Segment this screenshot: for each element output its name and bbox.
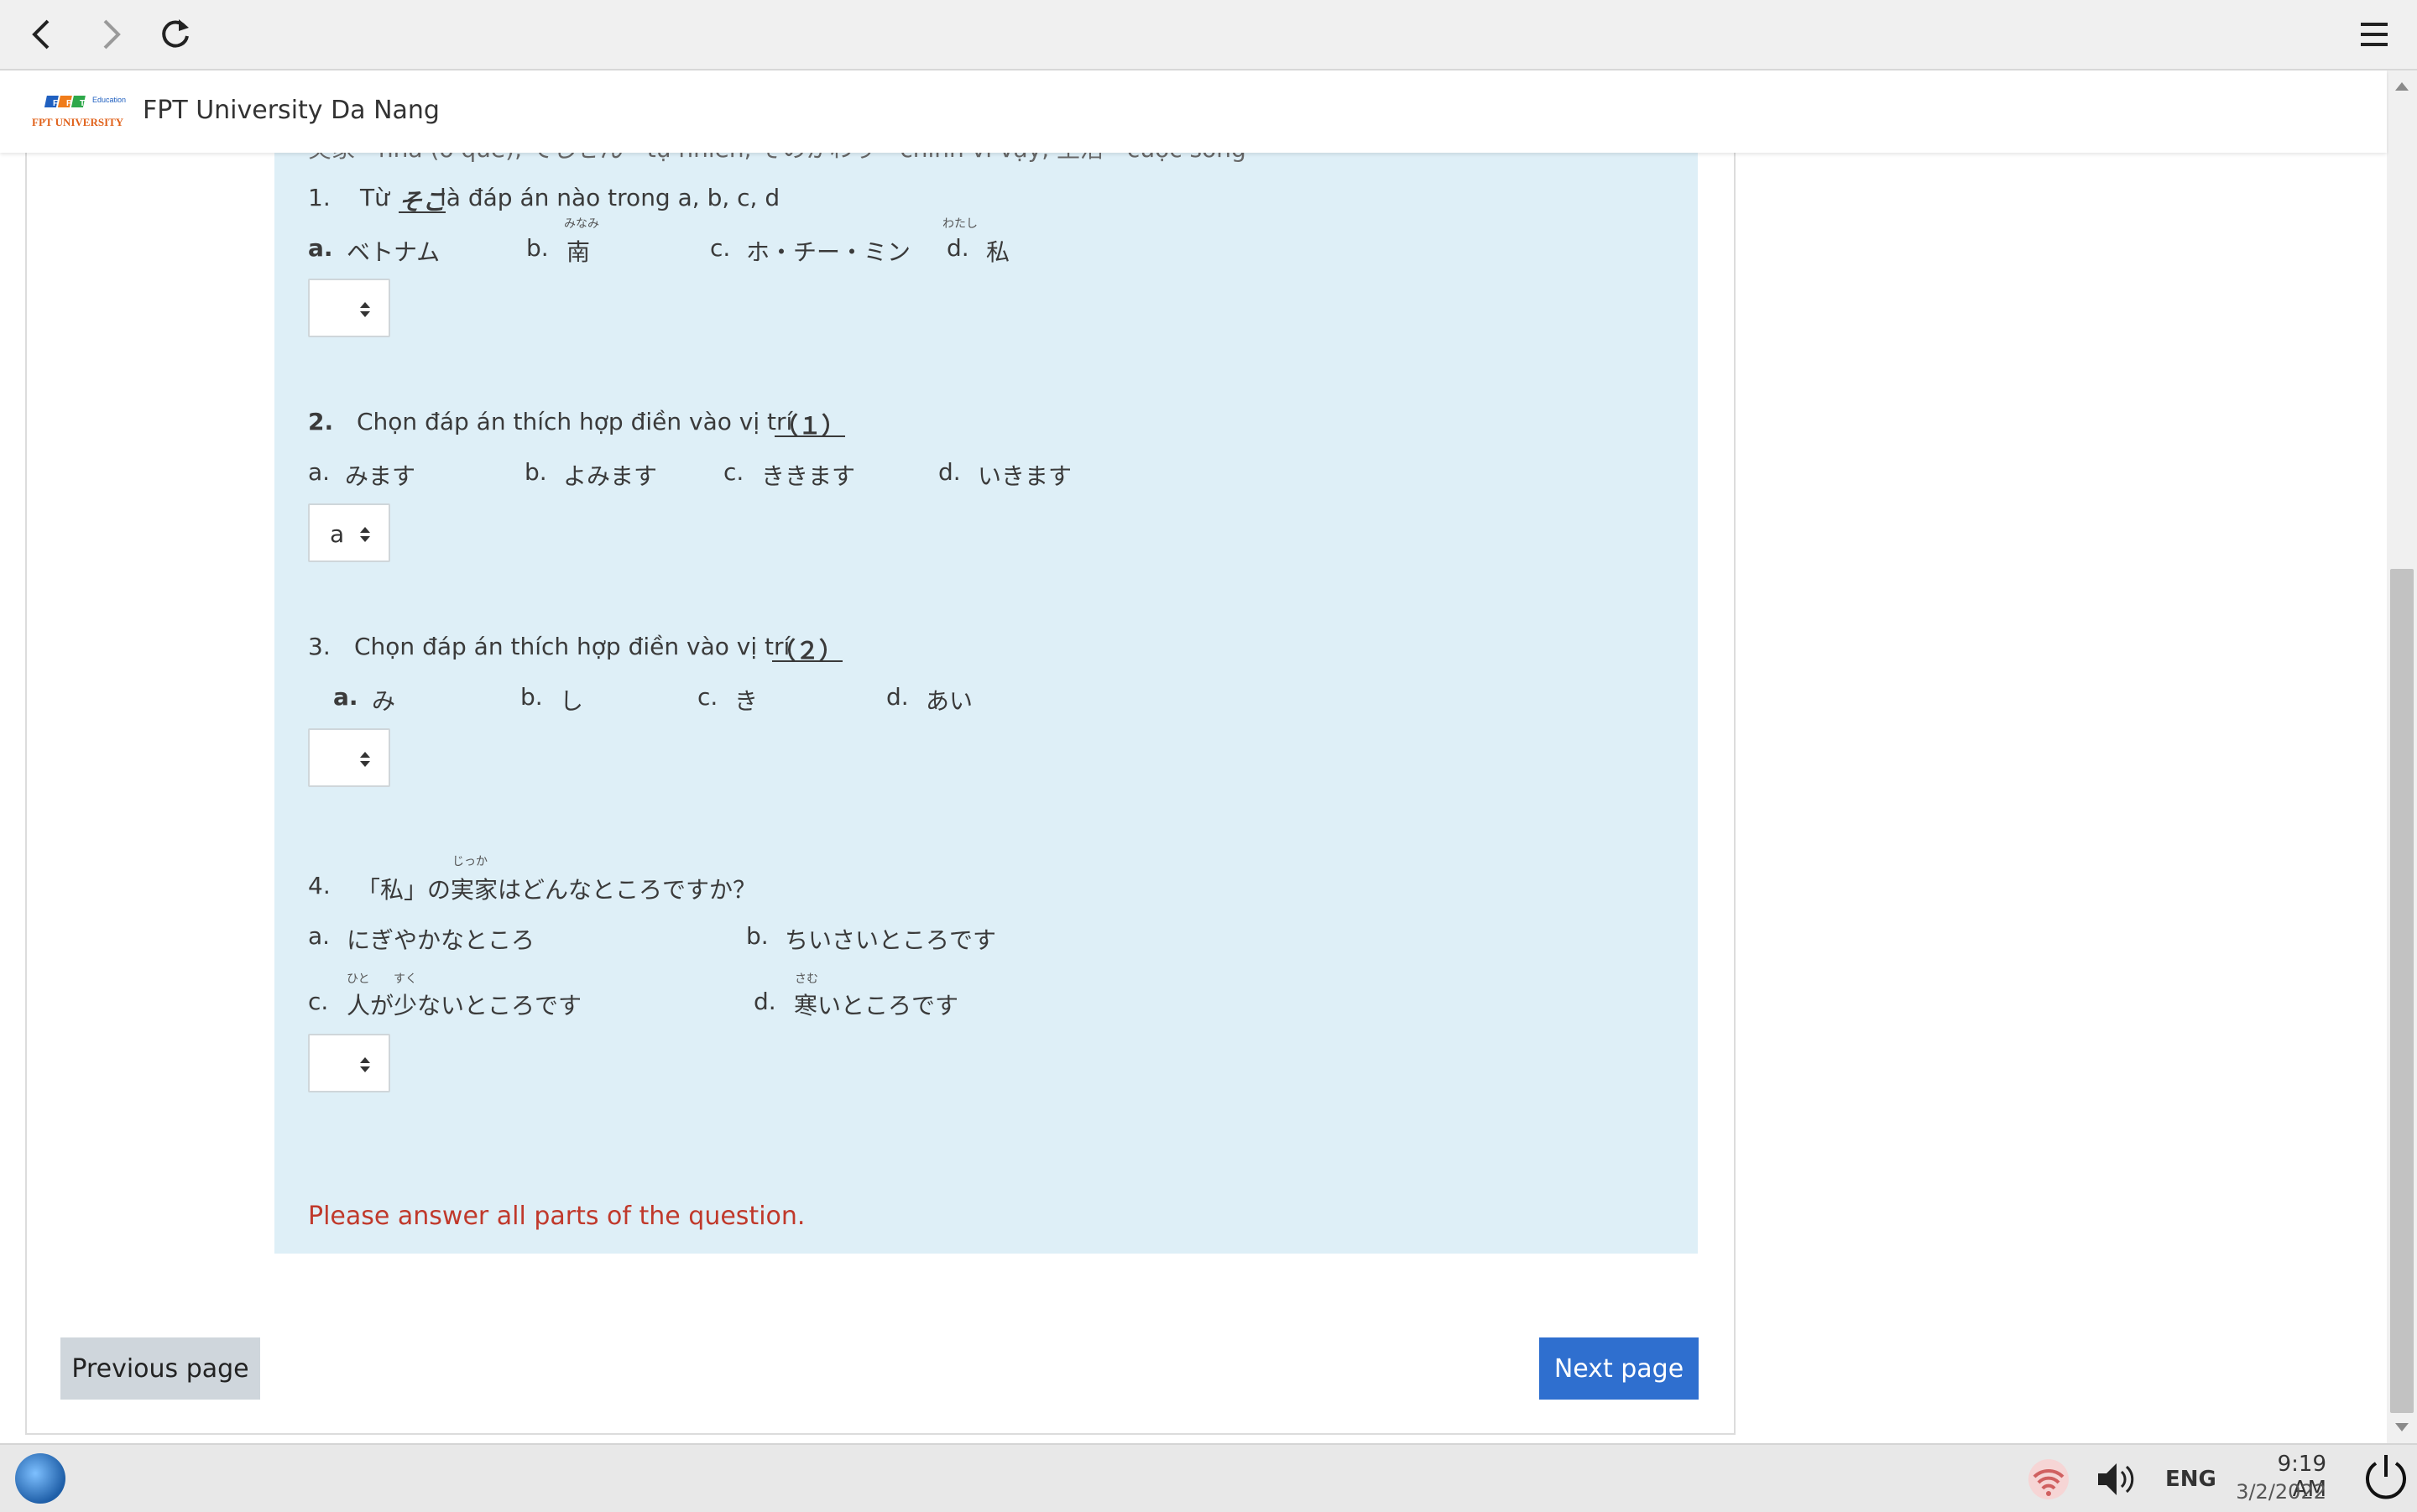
option-letter: c. bbox=[723, 458, 744, 486]
question-number: 3. bbox=[308, 633, 331, 660]
option-letter: b. bbox=[525, 458, 547, 486]
select-arrows-icon bbox=[360, 302, 370, 317]
fpt-logo[interactable]: F P T Education FPT UNIVERSITY bbox=[30, 87, 139, 138]
option-text: し bbox=[560, 687, 584, 715]
start-orb-icon[interactable] bbox=[15, 1453, 65, 1504]
answer-select-3[interactable] bbox=[308, 728, 390, 787]
question-panel: 実家 - nhà (ở quê), てしぜん - tự nhiên, そのかわり… bbox=[274, 70, 1698, 1254]
option-letter: b. bbox=[526, 234, 549, 262]
taskbar: ENG 9:19 AM 3/2/2022 bbox=[0, 1443, 2417, 1512]
question-suffix: là đáp án nào trong a, b, c, d bbox=[440, 184, 780, 211]
furigana: さむ bbox=[795, 972, 818, 986]
previous-page-button[interactable]: Previous page bbox=[60, 1337, 260, 1400]
option-text: き bbox=[734, 687, 759, 715]
svg-text:FPT UNIVERSITY: FPT UNIVERSITY bbox=[32, 116, 124, 128]
question-number: 1. bbox=[308, 184, 331, 211]
clock-date[interactable]: 3/2/2022 bbox=[2232, 1480, 2326, 1504]
scroll-down-icon[interactable] bbox=[2395, 1423, 2409, 1431]
wifi-disconnected-icon[interactable] bbox=[2026, 1457, 2071, 1502]
validation-error: Please answer all parts of the question. bbox=[308, 1202, 806, 1231]
option-text: ききます bbox=[761, 462, 856, 490]
question-prompt: Chọn đáp án thích hợp điền vào vị trí bbox=[354, 633, 791, 660]
option-letter: a. bbox=[308, 458, 331, 486]
option-letter: d. bbox=[947, 234, 969, 262]
option-text: みます bbox=[345, 462, 416, 490]
option-letter: a. bbox=[308, 234, 333, 262]
svg-text:T: T bbox=[80, 99, 85, 108]
browser-toolbar bbox=[0, 0, 2417, 70]
option-text: ベトナム bbox=[347, 238, 441, 266]
svg-text:Education: Education bbox=[92, 96, 126, 104]
svg-text:P: P bbox=[66, 99, 72, 108]
option-text: み bbox=[372, 687, 396, 715]
option-text: 人が少ないところです bbox=[347, 992, 582, 1019]
answer-select-2[interactable]: a bbox=[308, 503, 390, 562]
forward-arrow-icon[interactable] bbox=[87, 12, 133, 57]
question-blank: （２） bbox=[772, 637, 843, 665]
power-icon[interactable] bbox=[2360, 1452, 2412, 1504]
question-number: 4. bbox=[308, 872, 331, 899]
select-arrows-icon bbox=[360, 1057, 370, 1072]
volume-icon[interactable] bbox=[2093, 1457, 2138, 1502]
option-text: にぎやかなところ bbox=[347, 926, 535, 954]
option-letter: d. bbox=[754, 988, 776, 1015]
option-letter: a. bbox=[333, 683, 358, 711]
hamburger-menu-icon[interactable] bbox=[2352, 12, 2397, 57]
question-prompt: 「私」の実家はどんなところですか？ bbox=[357, 876, 757, 904]
furigana: すく bbox=[394, 972, 417, 986]
option-text: 南 bbox=[566, 238, 591, 266]
answer-select-1[interactable] bbox=[308, 279, 390, 337]
site-header: F P T Education FPT UNIVERSITY FPT Unive… bbox=[0, 70, 2387, 153]
option-text: よみます bbox=[563, 462, 658, 490]
option-text: ホ・チー・ミン bbox=[746, 238, 911, 266]
option-letter: b. bbox=[520, 683, 543, 711]
option-letter: d. bbox=[938, 458, 961, 486]
option-letter: c. bbox=[308, 988, 329, 1015]
answer-select-4[interactable] bbox=[308, 1034, 390, 1092]
site-title[interactable]: FPT University Da Nang bbox=[143, 96, 440, 125]
select-arrows-icon bbox=[360, 752, 370, 767]
option-letter: a. bbox=[308, 922, 331, 950]
next-page-button[interactable]: Next page bbox=[1539, 1337, 1699, 1400]
question-number: 2. bbox=[308, 408, 334, 435]
svg-text:F: F bbox=[53, 99, 58, 108]
reload-icon[interactable] bbox=[153, 12, 198, 57]
question-prefix: Từ bbox=[360, 184, 389, 211]
input-language[interactable]: ENG bbox=[2165, 1467, 2216, 1492]
selected-value: a bbox=[330, 520, 345, 548]
furigana: ひと bbox=[347, 972, 370, 986]
furigana: みなみ bbox=[564, 217, 599, 231]
question-keyword: そこ bbox=[399, 188, 446, 216]
option-letter: c. bbox=[697, 683, 718, 711]
option-text: 寒いところです bbox=[794, 992, 959, 1019]
furigana: わたし bbox=[942, 217, 978, 231]
option-text: 私 bbox=[986, 238, 1010, 266]
question-blank: （１） bbox=[775, 412, 846, 440]
scroll-up-icon[interactable] bbox=[2395, 82, 2409, 91]
option-text: いきます bbox=[978, 462, 1073, 490]
question-prompt: Chọn đáp án thích hợp điền vào vị trí bbox=[357, 408, 793, 435]
option-text: ちいさいところです bbox=[785, 926, 997, 954]
option-letter: d. bbox=[886, 683, 909, 711]
option-letter: b. bbox=[746, 922, 769, 950]
furigana: じっか bbox=[452, 855, 488, 868]
option-text: あい bbox=[926, 687, 974, 715]
vertical-scrollbar[interactable] bbox=[2387, 70, 2417, 1443]
option-letter: c. bbox=[710, 234, 731, 262]
scrollbar-thumb[interactable] bbox=[2390, 569, 2414, 1413]
back-arrow-icon[interactable] bbox=[20, 12, 65, 57]
select-arrows-icon bbox=[360, 527, 370, 542]
